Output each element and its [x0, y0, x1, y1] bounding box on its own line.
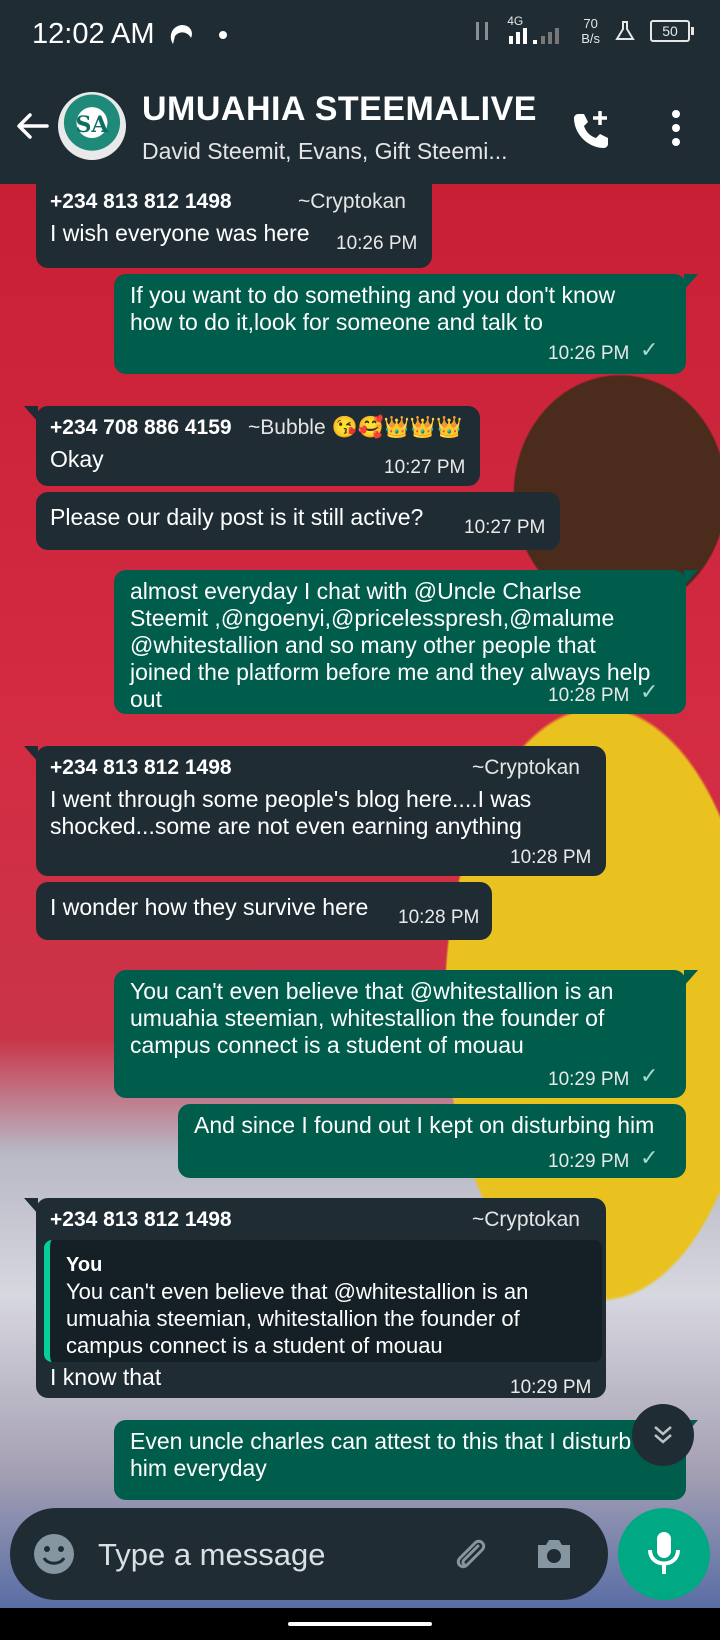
system-navigation-bar	[0, 1608, 720, 1640]
message-bubble[interactable]: +234 813 812 1498 ~Cryptokan I went thro…	[24, 746, 606, 876]
quoted-message[interactable]: You You can't even believe that @whitest…	[44, 1240, 602, 1362]
read-tick-icon: ✓	[640, 1063, 659, 1088]
read-tick-icon: ✓	[640, 337, 659, 362]
message-time: 10:27 PM	[384, 457, 466, 478]
message-bubble[interactable]: Even uncle charles can attest to this th…	[114, 1420, 698, 1500]
message-time: 10:29 PM	[548, 1151, 630, 1172]
message-text: I wonder how they survive here	[50, 894, 369, 920]
message-text: I know that	[50, 1364, 162, 1390]
signal-icon: 4G	[507, 14, 567, 46]
message-sender[interactable]: +234 708 886 4159	[50, 414, 232, 441]
voice-message-button[interactable]	[618, 1508, 710, 1600]
battery-icon: 50	[650, 20, 694, 42]
status-right-icons: 4G 70 B/s 50	[473, 14, 694, 46]
message-bubble[interactable]: Please our daily post is it still active…	[36, 492, 560, 550]
home-indicator[interactable]	[288, 1622, 432, 1626]
group-members[interactable]: David Steemit, Evans, Gift Steemi...	[142, 138, 508, 165]
message-sender[interactable]: +234 813 812 1498	[50, 188, 232, 215]
avatar-letters: SA	[75, 112, 109, 138]
microphone-icon	[648, 1532, 680, 1574]
message-text: If you want to do something and you don'…	[130, 282, 616, 335]
double-chevron-down-icon	[654, 1426, 672, 1444]
attach-icon[interactable]	[448, 1532, 492, 1576]
message-alias: ~Cryptokan	[472, 1208, 580, 1231]
message-bubble[interactable]: +234 813 812 1498 ~Cryptokan You You can…	[24, 1198, 606, 1398]
emoji-icon[interactable]	[32, 1532, 76, 1576]
message-time: 10:28 PM	[398, 907, 480, 928]
message-bubble[interactable]: If you want to do something and you don'…	[114, 274, 698, 374]
read-tick-icon: ✓	[640, 679, 659, 704]
speed-value: 70	[583, 16, 598, 31]
message-text: Please our daily post is it still active…	[50, 504, 424, 530]
message-text: I wish everyone was here	[50, 220, 310, 246]
message-sender[interactable]: +234 813 812 1498	[50, 1206, 232, 1233]
message-bubble[interactable]: +234 708 886 4159 ~Bubble 😘🥰👑👑👑 Okay 10:…	[24, 406, 480, 486]
add-call-icon[interactable]	[570, 108, 614, 152]
message-alias: ~Cryptokan	[298, 190, 406, 213]
status-notification-icons	[166, 20, 228, 50]
camera-icon[interactable]	[532, 1532, 576, 1576]
speed-unit: B/s	[581, 31, 600, 46]
message-time: 10:27 PM	[464, 517, 546, 538]
scroll-to-bottom-button[interactable]	[632, 1404, 694, 1466]
message-time: 10:29 PM	[510, 1377, 592, 1398]
data-arrows-icon	[476, 22, 489, 40]
more-options-icon[interactable]	[664, 108, 688, 148]
message-time: 10:28 PM	[548, 685, 630, 706]
speed-ring-icon	[170, 25, 192, 44]
message-bubble[interactable]: I wonder how they survive here 10:28 PM	[36, 882, 492, 940]
group-avatar[interactable]: SA	[58, 92, 126, 160]
message-bubble[interactable]: almost everyday I chat with @Uncle Charl…	[114, 570, 698, 714]
message-time: 10:26 PM	[336, 233, 418, 254]
back-arrow-icon[interactable]	[14, 108, 50, 144]
message-bubble[interactable]: +234 813 812 1498 ~Cryptokan I wish ever…	[36, 184, 432, 268]
message-time: 10:29 PM	[548, 1069, 630, 1090]
message-text: I went through some people's blog here..…	[50, 786, 532, 839]
network-speed: 70 B/s	[581, 16, 600, 46]
message-alias: ~Cryptokan	[472, 756, 580, 779]
chat-background: +234 813 812 1498 ~Cryptokan I wish ever…	[0, 184, 720, 1608]
status-time: 12:02 AM	[32, 18, 155, 50]
quoted-text: You can't even believe that @whitestalli…	[66, 1279, 529, 1358]
flask-icon	[615, 21, 635, 40]
read-tick-icon: ✓	[640, 1145, 659, 1170]
message-time: 10:28 PM	[510, 847, 592, 868]
message-text: You can't even believe that @whitestalli…	[130, 978, 614, 1058]
dot-icon	[219, 31, 227, 39]
message-sender[interactable]: +234 813 812 1498	[50, 754, 232, 781]
message-bubble[interactable]: And since I found out I kept on disturbi…	[178, 1104, 686, 1178]
message-composer	[10, 1508, 608, 1600]
message-bubble[interactable]: You can't even believe that @whitestalli…	[114, 970, 698, 1098]
message-alias: ~Bubble 😘🥰👑👑👑	[248, 416, 463, 439]
chat-header: SA UMUAHIA STEEMALIVE David Steemit, Eva…	[0, 72, 720, 184]
status-bar: 12:02 AM 4G 70 B/s 50	[0, 0, 720, 72]
message-text: Even uncle charles can attest to this th…	[130, 1428, 632, 1481]
message-input[interactable]	[96, 1536, 410, 1574]
message-text: Okay	[50, 446, 104, 472]
group-title[interactable]: UMUAHIA STEEMALIVE	[142, 90, 537, 129]
message-text: And since I found out I kept on disturbi…	[194, 1112, 655, 1138]
message-time: 10:26 PM	[548, 343, 630, 364]
quoted-author: You	[66, 1254, 103, 1276]
